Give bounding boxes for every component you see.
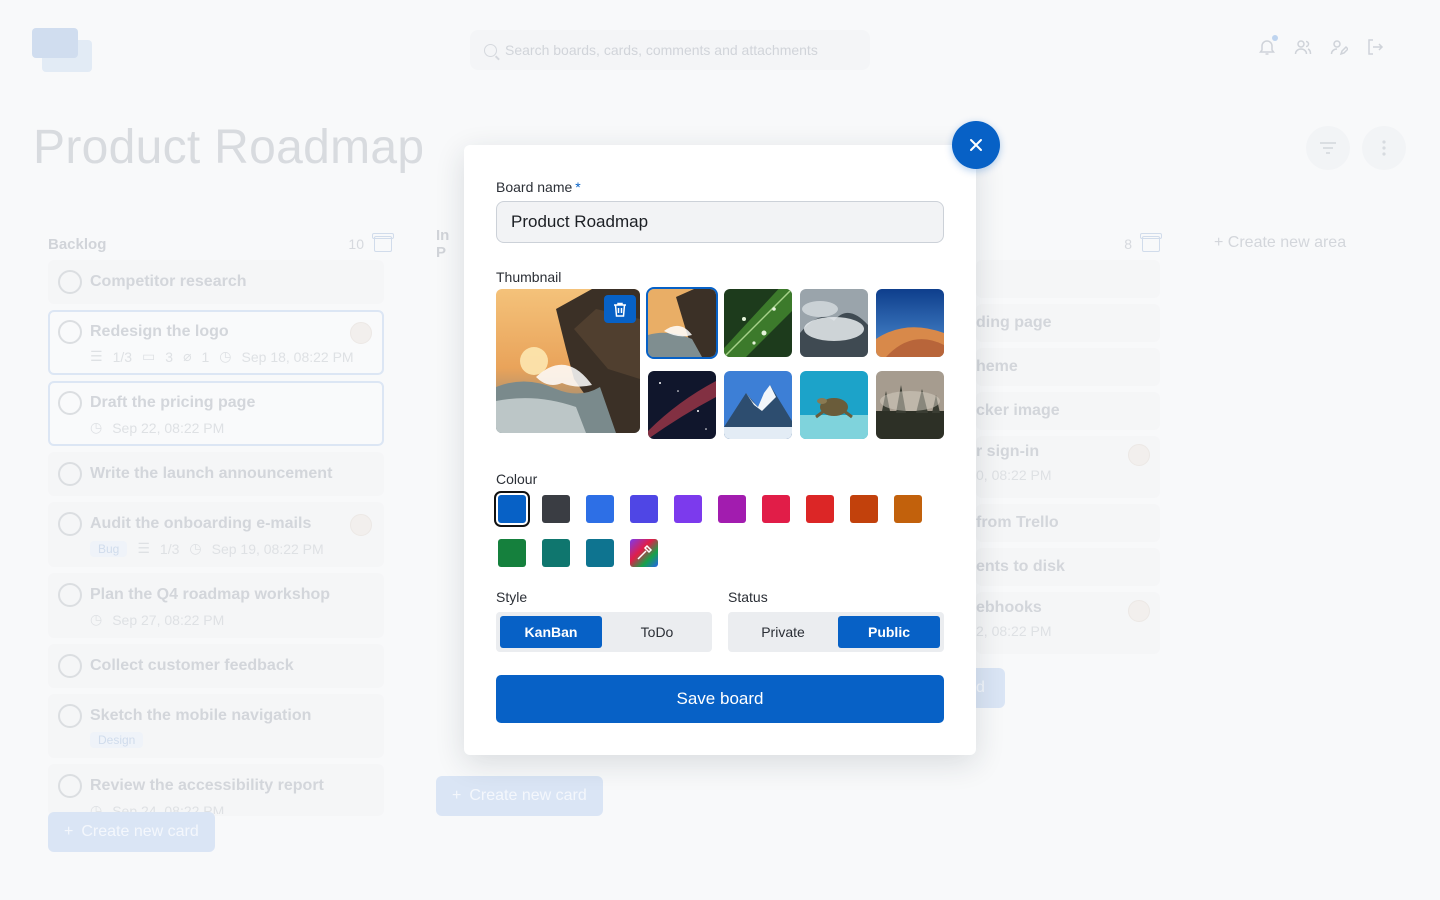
eyedropper-icon	[637, 544, 653, 560]
style-todo-option[interactable]: ToDo	[606, 616, 708, 648]
thumbnail-galaxy[interactable]	[648, 371, 716, 439]
colour-swatch[interactable]	[806, 495, 834, 523]
colour-swatch[interactable]	[542, 539, 570, 567]
colour-swatch[interactable]	[718, 495, 746, 523]
thumbnail-picker	[496, 287, 944, 441]
custom-colour-picker[interactable]	[630, 539, 658, 567]
board-name-label: Board name	[496, 179, 573, 195]
trash-icon	[614, 302, 626, 317]
status-private-option[interactable]: Private	[732, 616, 834, 648]
style-label: Style	[496, 589, 528, 605]
status-toggle: Private Public	[728, 612, 944, 652]
colour-swatch[interactable]	[586, 495, 614, 523]
close-icon	[970, 139, 982, 151]
colour-swatch[interactable]	[762, 495, 790, 523]
colour-swatch[interactable]	[542, 495, 570, 523]
colour-swatches	[494, 491, 944, 567]
style-kanban-option[interactable]: KanBan	[500, 616, 602, 648]
thumbnail-clouds[interactable]	[800, 289, 868, 357]
colour-swatch[interactable]	[498, 539, 526, 567]
board-name-input[interactable]	[496, 201, 944, 243]
close-dialog-button[interactable]	[952, 121, 1000, 169]
thumbnail-turtle[interactable]	[800, 371, 868, 439]
style-toggle: KanBan ToDo	[496, 612, 712, 652]
thumbnail-leaf[interactable]	[724, 289, 792, 357]
thumbnail-label: Thumbnail	[496, 269, 562, 285]
status-label: Status	[728, 589, 768, 605]
style-group: Style KanBan ToDo	[496, 589, 712, 652]
thumbnail-desert[interactable]	[876, 289, 944, 357]
colour-swatch[interactable]	[630, 495, 658, 523]
thumbnail-preview	[496, 289, 640, 433]
colour-swatch[interactable]	[494, 491, 530, 527]
colour-swatch[interactable]	[850, 495, 878, 523]
colour-label: Colour	[496, 471, 538, 487]
status-public-option[interactable]: Public	[838, 616, 940, 648]
status-group: Status Private Public	[728, 589, 944, 652]
required-mark: *	[575, 179, 581, 195]
thumbnail-mountain[interactable]	[724, 371, 792, 439]
remove-thumbnail-button[interactable]	[604, 295, 636, 323]
thumbnail-forest[interactable]	[876, 371, 944, 439]
edit-board-dialog: Board name* Thumbnail	[464, 145, 976, 755]
thumbnail-coast[interactable]	[646, 287, 718, 359]
colour-swatch[interactable]	[586, 539, 614, 567]
save-board-button[interactable]: Save board	[496, 675, 944, 723]
colour-swatch[interactable]	[674, 495, 702, 523]
colour-swatch[interactable]	[894, 495, 922, 523]
